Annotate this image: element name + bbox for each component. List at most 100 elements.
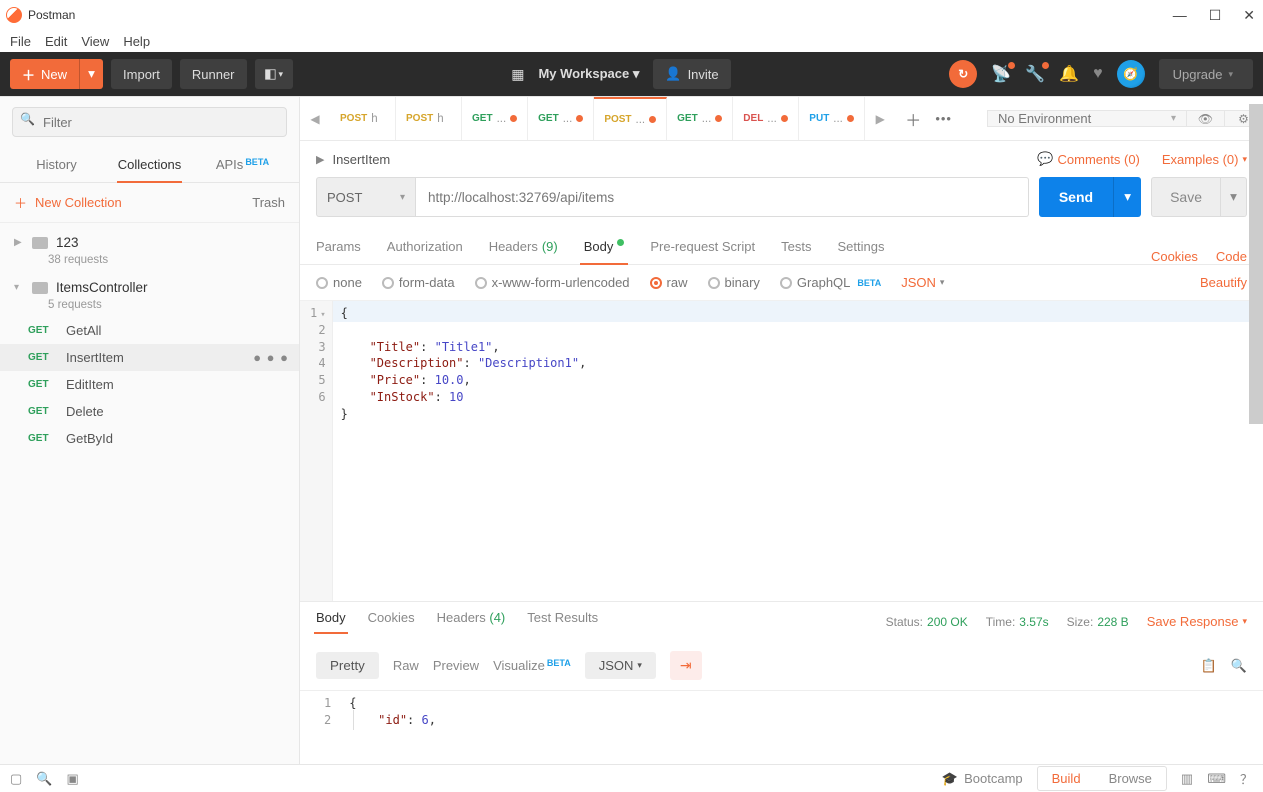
subtab-authorization[interactable]: Authorization <box>387 239 463 264</box>
request-item[interactable]: GET EditItem <box>0 371 299 398</box>
tab-collections[interactable]: Collections <box>103 147 196 182</box>
new-tab-button[interactable]: ＋ <box>905 107 921 131</box>
trash-link[interactable]: Trash <box>252 195 285 210</box>
subtab-params[interactable]: Params <box>316 239 361 264</box>
resp-tab-headers[interactable]: Headers (4) <box>437 610 506 633</box>
request-body-editor[interactable]: 1▾23456 { "Title": "Title1", "Descriptio… <box>300 301 1263 601</box>
content-scrollbar[interactable] <box>1249 104 1263 764</box>
request-tab[interactable]: DEL... <box>733 97 799 140</box>
save-button[interactable]: Save <box>1151 177 1221 217</box>
collection-folder[interactable]: ▾ ItemsController <box>0 274 299 301</box>
bootcamp-link[interactable]: 🎓 Bootcamp <box>942 771 1023 787</box>
request-tab[interactable]: POSTh <box>396 97 462 140</box>
method-selector[interactable]: POST ▾ <box>316 177 416 217</box>
code-content[interactable]: { "Title": "Title1", "Description": "Des… <box>333 301 1263 601</box>
build-view[interactable]: Build <box>1038 767 1095 790</box>
two-pane-icon[interactable]: ▥ <box>1181 771 1193 787</box>
url-input[interactable] <box>416 177 1029 217</box>
tab-menu-button[interactable]: ••• <box>935 111 952 126</box>
tab-history[interactable]: History <box>10 147 103 182</box>
request-item[interactable]: GET InsertItem ● ● ● <box>0 344 299 371</box>
send-dropdown[interactable]: ▾ <box>1113 177 1141 217</box>
sync-icon[interactable]: ↻ <box>949 60 977 88</box>
tab-apis[interactable]: APIsBETA <box>196 147 289 182</box>
subtab-headers[interactable]: Headers (9) <box>489 239 558 264</box>
comments-link[interactable]: 💬 Comments (0) <box>1037 151 1140 167</box>
subtab-prerequest[interactable]: Pre-request Script <box>650 239 755 264</box>
save-response-button[interactable]: Save Response ▾ <box>1147 614 1247 629</box>
send-button[interactable]: Send <box>1039 177 1113 217</box>
body-urlencoded[interactable]: x-www-form-urlencoded <box>475 275 630 290</box>
tabs-left-arrow[interactable]: ◀ <box>300 112 330 126</box>
sidebar-toggle-icon[interactable]: ▢ <box>10 771 22 787</box>
body-binary[interactable]: binary <box>708 275 760 290</box>
beautify-button[interactable]: Beautify <box>1200 275 1247 290</box>
upgrade-button[interactable]: Upgrade ▾ <box>1159 59 1253 89</box>
body-raw[interactable]: raw <box>650 275 688 290</box>
subtab-body[interactable]: Body <box>584 239 625 264</box>
menu-file[interactable]: File <box>10 34 31 49</box>
preview-button[interactable]: Preview <box>433 658 479 673</box>
environment-selector[interactable]: No Environment ▾ <box>987 110 1187 127</box>
cookies-link[interactable]: Cookies <box>1151 249 1198 264</box>
browse-view[interactable]: Browse <box>1095 767 1166 790</box>
maximize-button[interactable]: ☐ <box>1209 7 1222 24</box>
request-item[interactable]: GET Delete <box>0 398 299 425</box>
tabs-right-arrow[interactable]: ▶ <box>865 112 895 126</box>
subtab-settings[interactable]: Settings <box>837 239 884 264</box>
settings-icon[interactable]: 🔧 <box>1025 64 1045 84</box>
request-tab[interactable]: PUT... <box>799 97 865 140</box>
resp-tab-body[interactable]: Body <box>316 610 346 633</box>
find-icon[interactable]: 🔍 <box>36 771 52 787</box>
workspace-selector[interactable]: My Workspace ▾ <box>538 66 639 82</box>
heart-icon[interactable]: ♥ <box>1093 65 1103 83</box>
response-type-selector[interactable]: JSON▾ <box>585 652 656 679</box>
body-none[interactable]: none <box>316 275 362 290</box>
examples-dropdown[interactable]: Examples (0) ▾ <box>1162 152 1247 167</box>
menu-view[interactable]: View <box>81 34 109 49</box>
body-graphql[interactable]: GraphQLBETA <box>780 275 881 290</box>
request-item[interactable]: GET GetAll <box>0 317 299 344</box>
save-dropdown[interactable]: ▾ <box>1221 177 1247 217</box>
chevron-right-icon[interactable]: ▶ <box>316 153 324 166</box>
filter-input[interactable] <box>12 107 287 137</box>
raw-button[interactable]: Raw <box>393 658 419 673</box>
request-item[interactable]: GET GetById <box>0 425 299 452</box>
request-tab[interactable]: GET... <box>528 97 594 140</box>
wrap-lines-button[interactable]: ⇥ <box>670 651 702 680</box>
invite-button[interactable]: 👤 Invite <box>653 59 730 89</box>
new-dropdown[interactable]: ▾ <box>79 59 103 89</box>
notifications-icon[interactable]: 🔔 <box>1059 64 1079 84</box>
avatar[interactable]: 🧭 <box>1117 60 1145 88</box>
new-collection-button[interactable]: ＋ New Collection <box>14 193 122 212</box>
minimize-button[interactable]: — <box>1173 7 1187 24</box>
subtab-tests[interactable]: Tests <box>781 239 811 264</box>
environment-quicklook-button[interactable]: 👁 <box>1187 110 1225 127</box>
help-icon[interactable]: ？ <box>1240 769 1253 788</box>
response-body-editor[interactable]: 12 { "id": 6, <box>300 690 1263 730</box>
pretty-button[interactable]: Pretty <box>316 652 379 679</box>
new-window-button[interactable]: ◧▾ <box>255 59 293 89</box>
copy-icon[interactable]: 📋 <box>1201 658 1217 674</box>
code-content[interactable]: { "id": 6, <box>339 691 1263 730</box>
capture-icon[interactable]: 📡 <box>991 64 1011 84</box>
request-tab[interactable]: GET... <box>462 97 528 140</box>
runner-button[interactable]: Runner <box>180 59 247 89</box>
menu-help[interactable]: Help <box>123 34 150 49</box>
request-tab[interactable]: GET... <box>667 97 733 140</box>
resp-tab-cookies[interactable]: Cookies <box>368 610 415 633</box>
console-icon[interactable]: ▣ <box>66 771 78 787</box>
code-link[interactable]: Code <box>1216 249 1247 264</box>
search-icon[interactable]: 🔍 <box>1231 658 1247 674</box>
body-type-selector[interactable]: JSON ▾ <box>901 275 944 290</box>
request-tab[interactable]: POST... <box>594 97 667 140</box>
collection-folder[interactable]: ▶ 123 <box>0 229 299 256</box>
request-tab[interactable]: POSTh <box>330 97 396 140</box>
resp-tab-tests[interactable]: Test Results <box>527 610 598 633</box>
new-button[interactable]: ＋ New <box>10 59 79 89</box>
menu-edit[interactable]: Edit <box>45 34 67 49</box>
visualize-button[interactable]: VisualizeBETA <box>493 658 571 673</box>
close-button[interactable]: ✕ <box>1243 7 1255 24</box>
more-icon[interactable]: ● ● ● <box>253 350 289 365</box>
import-button[interactable]: Import <box>111 59 172 89</box>
